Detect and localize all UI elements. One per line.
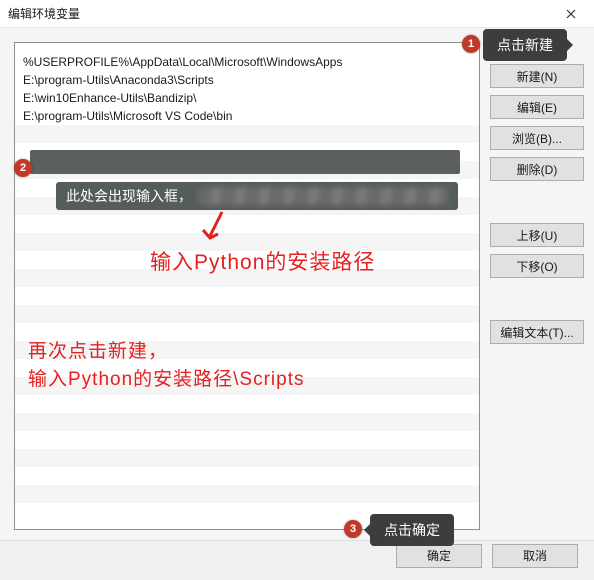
arrow-icon bbox=[200, 208, 232, 246]
browse-button[interactable]: 浏览(B)... bbox=[490, 126, 584, 150]
list-row-empty[interactable] bbox=[15, 395, 479, 413]
dialog-body: %USERPROFILE%\AppData\Local\Microsoft\Wi… bbox=[0, 28, 594, 540]
list-row-empty[interactable] bbox=[15, 305, 479, 323]
callout-bubble-input-text: 此处会出现输入框， bbox=[66, 186, 192, 206]
ok-button[interactable]: 确定 bbox=[396, 544, 482, 568]
cancel-button[interactable]: 取消 bbox=[492, 544, 578, 568]
list-row-empty[interactable] bbox=[15, 287, 479, 305]
list-row-empty[interactable] bbox=[15, 413, 479, 431]
callout-bubble-input-hint: 此处会出现输入框， bbox=[56, 182, 458, 210]
list-item[interactable]: E:\program-Utils\Anaconda3\Scripts bbox=[15, 71, 479, 89]
list-row-empty[interactable] bbox=[15, 449, 479, 467]
annotation-text-install-path: 输入Python的安装路径 bbox=[150, 246, 375, 276]
path-listbox[interactable]: %USERPROFILE%\AppData\Local\Microsoft\Wi… bbox=[14, 42, 480, 530]
annotation-text-scripts: 再次点击新建， 输入Python的安装路径\Scripts bbox=[28, 338, 305, 393]
callout-badge-1: 1 bbox=[462, 35, 480, 53]
edit-button[interactable]: 编辑(E) bbox=[490, 95, 584, 119]
spacer bbox=[490, 285, 584, 313]
input-highlight-bar bbox=[30, 150, 460, 174]
dialog-edit-env-var: 编辑环境变量 %USERPROFILE%\AppData\Local\Micro… bbox=[0, 0, 594, 580]
list-item[interactable]: E:\program-Utils\Microsoft VS Code\bin bbox=[15, 107, 479, 125]
callout-badge-3: 3 bbox=[344, 520, 362, 538]
list-item[interactable]: E:\win10Enhance-Utils\Bandizip\ bbox=[15, 89, 479, 107]
list-row-empty[interactable] bbox=[15, 485, 479, 503]
window-title: 编辑环境变量 bbox=[8, 5, 556, 22]
spacer bbox=[490, 188, 584, 216]
button-sidebar: 新建(N) 编辑(E) 浏览(B)... 删除(D) 上移(U) 下移(O) 编… bbox=[490, 42, 584, 534]
edit-text-button[interactable]: 编辑文本(T)... bbox=[490, 320, 584, 344]
move-down-button[interactable]: 下移(O) bbox=[490, 254, 584, 278]
list-row-empty[interactable] bbox=[15, 215, 479, 233]
list-item[interactable]: %USERPROFILE%\AppData\Local\Microsoft\Wi… bbox=[15, 53, 479, 71]
callout-bubble-new: 点击新建 bbox=[483, 29, 567, 61]
titlebar: 编辑环境变量 bbox=[0, 0, 594, 28]
callout-badge-2: 2 bbox=[14, 159, 32, 177]
list-row-empty[interactable] bbox=[15, 431, 479, 449]
blurred-region bbox=[198, 187, 448, 205]
delete-button[interactable]: 删除(D) bbox=[490, 157, 584, 181]
new-button[interactable]: 新建(N) bbox=[490, 64, 584, 88]
list-row-empty[interactable] bbox=[15, 125, 479, 143]
dialog-button-bar: 确定 取消 bbox=[0, 540, 594, 580]
list-row-empty[interactable] bbox=[15, 467, 479, 485]
close-button[interactable] bbox=[556, 3, 586, 25]
callout-bubble-ok: 点击确定 bbox=[370, 514, 454, 546]
move-up-button[interactable]: 上移(U) bbox=[490, 223, 584, 247]
